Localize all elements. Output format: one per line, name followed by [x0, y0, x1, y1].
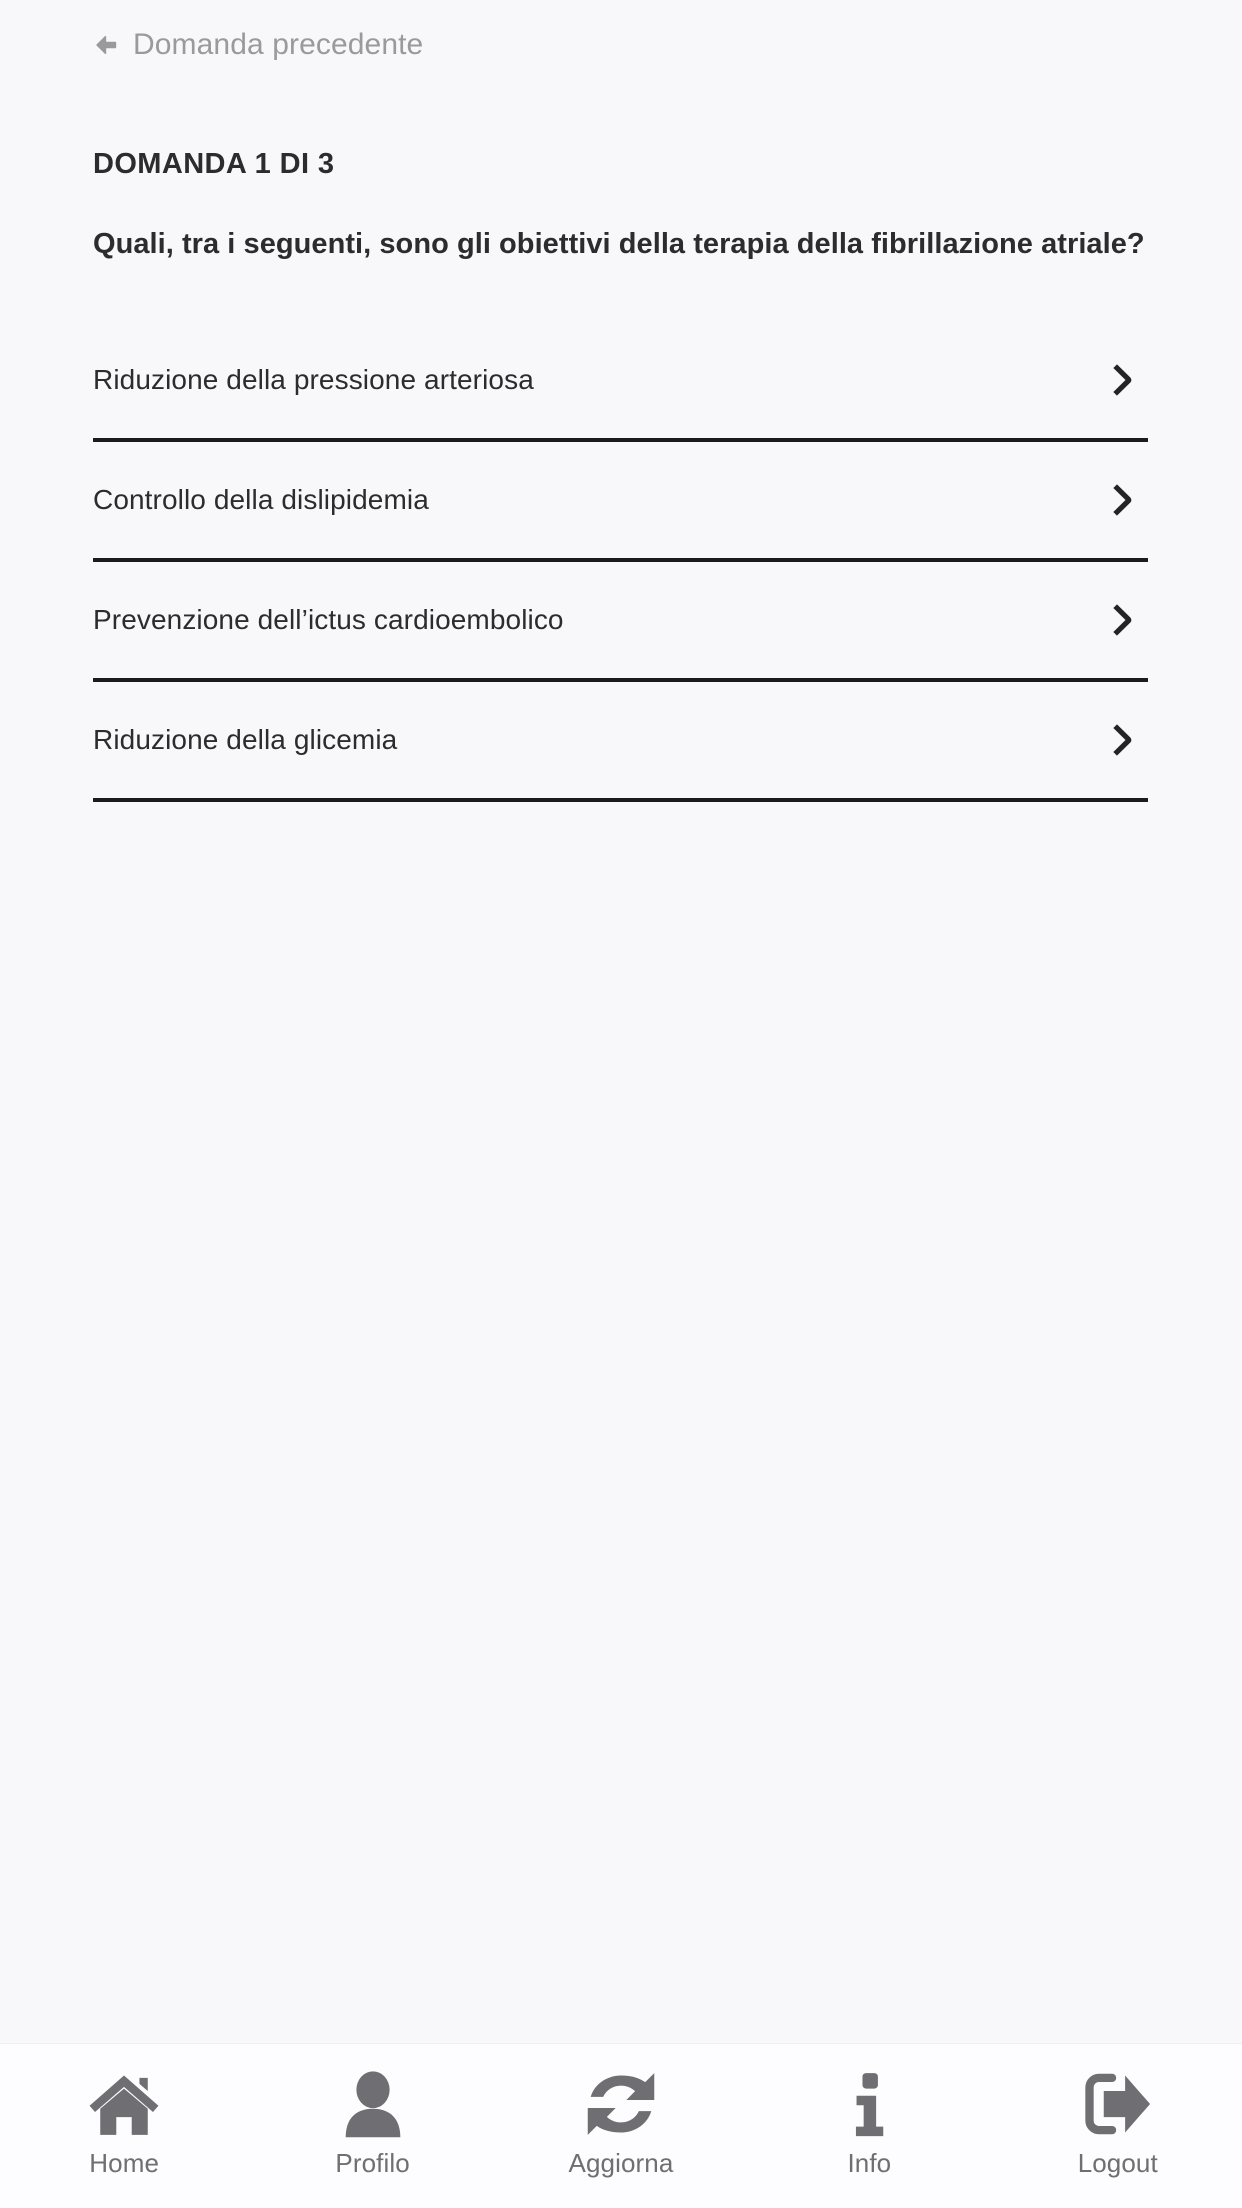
tab-profilo[interactable]: Profilo — [253, 2066, 493, 2176]
tab-home[interactable]: Home — [4, 2066, 244, 2176]
tab-home-label: Home — [89, 2148, 160, 2178]
tab-aggiorna[interactable]: Aggiorna — [501, 2066, 741, 2176]
question-counter: DOMANDA 1 DI 3 — [93, 148, 335, 180]
screen-quiz-question: Domanda precedente DOMANDA 1 DI 3 Quali,… — [0, 0, 1242, 2208]
chevron-right-icon — [1106, 723, 1140, 757]
answer-options-list: Riduzione della pressione arteriosa Cont… — [93, 322, 1148, 802]
logout-icon — [1080, 2066, 1156, 2142]
answer-option-row[interactable]: Riduzione della glicemia — [93, 682, 1148, 802]
arrow-left-icon — [93, 32, 119, 58]
answer-option-label: Riduzione della glicemia — [93, 724, 398, 756]
answer-option-label: Controllo della dislipidemia — [93, 484, 429, 516]
answer-option-row[interactable]: Riduzione della pressione arteriosa — [93, 322, 1148, 442]
chevron-right-icon — [1106, 603, 1140, 637]
answer-option-label: Prevenzione dell’ictus cardioembolico — [93, 604, 564, 636]
answer-option-row[interactable]: Prevenzione dell’ictus cardioembolico — [93, 562, 1148, 682]
tab-logout-label: Logout — [1077, 2148, 1158, 2178]
bottom-tab-bar: Home Profilo Aggiorna Info Logout — [0, 2043, 1242, 2208]
tab-info-label: Info — [847, 2148, 892, 2178]
tab-logout[interactable]: Logout — [998, 2066, 1238, 2176]
answer-option-label: Riduzione della pressione arteriosa — [93, 364, 534, 396]
chevron-right-icon — [1106, 483, 1140, 517]
home-icon — [86, 2066, 162, 2142]
info-icon — [831, 2066, 907, 2142]
refresh-icon — [583, 2066, 659, 2142]
back-to-previous-question-label: Domanda precedente — [133, 28, 424, 61]
tab-info[interactable]: Info — [749, 2066, 989, 2176]
tab-profilo-label: Profilo — [335, 2148, 410, 2178]
chevron-right-icon — [1106, 363, 1140, 397]
tab-aggiorna-label: Aggiorna — [568, 2148, 674, 2178]
question-text: Quali, tra i seguenti, sono gli obiettiv… — [93, 228, 1145, 260]
answer-option-row[interactable]: Controllo della dislipidemia — [93, 442, 1148, 562]
user-icon — [335, 2066, 411, 2142]
back-to-previous-question-button[interactable]: Domanda precedente — [93, 30, 423, 60]
